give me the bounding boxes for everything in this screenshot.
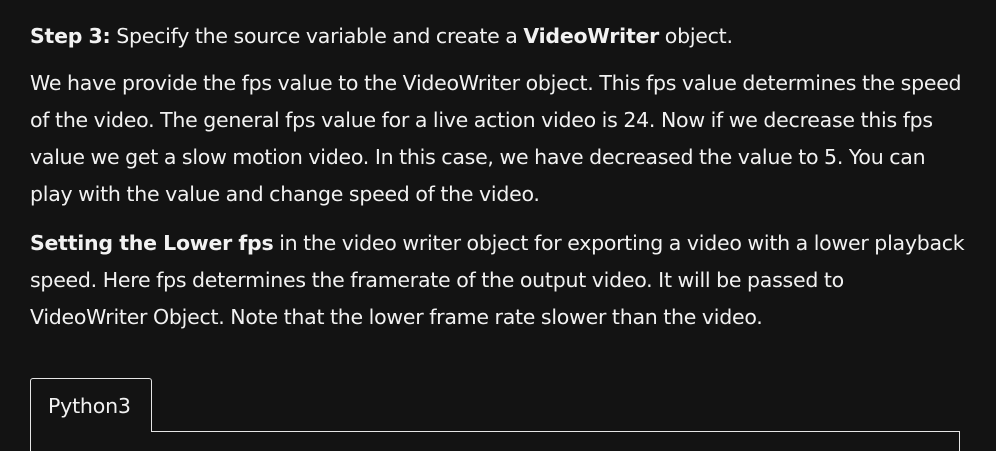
lower-fps-paragraph: Setting the Lower fps in the video write… xyxy=(30,225,965,336)
step-heading: Step 3: Specify the source variable and … xyxy=(30,18,965,55)
code-block: Python3 xyxy=(30,378,960,451)
videowriter-term: VideoWriter xyxy=(523,24,660,48)
step-text-after: object. xyxy=(659,24,733,48)
tab-python3[interactable]: Python3 xyxy=(30,378,152,432)
tab-python3-label: Python3 xyxy=(48,394,131,418)
step-text-before: Specify the source variable and create a xyxy=(110,24,524,48)
step-label: Step 3: xyxy=(30,24,111,48)
lower-fps-heading: Setting the Lower fps xyxy=(30,231,274,255)
article-content: Step 3: Specify the source variable and … xyxy=(30,18,965,336)
fps-explanation-paragraph: We have provide the fps value to the Vid… xyxy=(30,71,962,206)
code-panel xyxy=(30,431,960,451)
